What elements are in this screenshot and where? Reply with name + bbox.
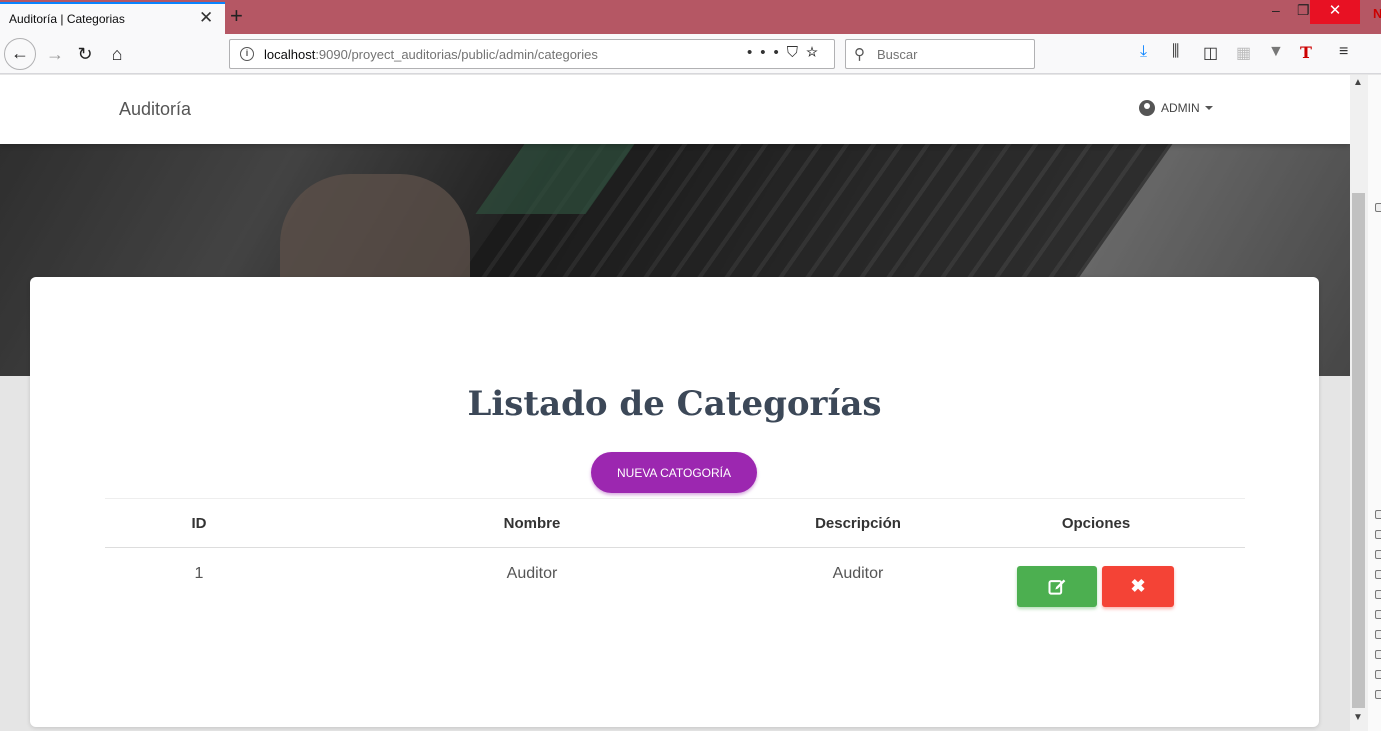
brand[interactable]: Auditoría [119, 99, 191, 120]
extension-icon[interactable]: ▦ [1236, 43, 1251, 63]
minimize-icon[interactable]: – [1272, 2, 1280, 18]
new-category-button[interactable]: NUEVA CATOGORÍA [591, 452, 757, 493]
categories-table: ID Nombre Descripción Opciones 1 Auditor… [105, 498, 1245, 614]
collapse-icon[interactable] [1375, 590, 1381, 599]
menu-icon[interactable]: ≡ [1339, 43, 1348, 61]
scroll-thumb[interactable] [1352, 193, 1365, 708]
home-icon[interactable]: ⌂ [102, 39, 132, 69]
url-text[interactable]: localhost:9090/proyect_auditorias/public… [264, 47, 598, 62]
url-actions: •••⛉☆ [747, 44, 826, 61]
search-bar[interactable]: ⚲ Buscar [845, 39, 1035, 69]
table-row: 1 Auditor Auditor ✖ [105, 548, 1245, 614]
table-header: ID Nombre Descripción Opciones [105, 498, 1245, 548]
cell-id: 1 [194, 565, 204, 582]
back-icon[interactable]: ← [4, 38, 36, 70]
edit-button[interactable] [1017, 566, 1097, 607]
header-nombre: Nombre [503, 515, 561, 532]
sidebar-icon[interactable]: ◫ [1203, 43, 1218, 63]
collapse-icon[interactable] [1375, 530, 1381, 539]
delete-button[interactable]: ✖ [1102, 566, 1174, 607]
restore-icon[interactable]: ❐ [1297, 2, 1310, 19]
cell-nombre: Auditor [506, 565, 558, 582]
page-title: Listado de Categorías [467, 384, 882, 424]
cell-descripcion: Auditor [832, 565, 884, 582]
search-icon: ⚲ [854, 46, 865, 63]
close-icon: ✖ [1130, 576, 1146, 596]
user-label: ADMIN [1161, 101, 1200, 115]
user-menu[interactable]: ADMIN [1139, 100, 1213, 116]
url-bar[interactable]: i localhost:9090/proyect_auditorias/publ… [229, 39, 835, 69]
vpn-icon[interactable]: ▼ [1268, 43, 1284, 61]
side-panel-strip [1368, 75, 1381, 731]
search-placeholder: Buscar [877, 47, 918, 62]
collapse-icon[interactable] [1375, 630, 1381, 639]
header-descripcion: Descripción [815, 515, 901, 532]
forward-icon[interactable]: → [40, 39, 70, 69]
edge-icon: N [1373, 6, 1381, 21]
browser-tab[interactable]: Auditoría | Categorias ✕ [0, 2, 225, 34]
browser-titlebar: Auditoría | Categorias ✕ + – ❐ ✕ N [0, 0, 1381, 34]
caret-down-icon [1204, 106, 1213, 110]
pocket-icon[interactable]: ⛉ [787, 44, 806, 61]
collapse-icon[interactable] [1375, 550, 1381, 559]
close-tab-icon[interactable]: ✕ [199, 8, 213, 28]
more-icon[interactable]: ••• [747, 44, 787, 61]
collapse-icon[interactable] [1375, 570, 1381, 579]
window-close-icon[interactable]: ✕ [1310, 0, 1360, 24]
translate-icon[interactable]: T [1300, 43, 1312, 62]
site-navbar: Auditoría ADMIN [0, 75, 1350, 144]
bookmark-star-icon[interactable]: ☆ [806, 44, 826, 61]
header-opciones: Opciones [1061, 515, 1131, 532]
new-tab-icon[interactable]: + [230, 3, 243, 29]
header-id: ID [191, 515, 207, 532]
collapse-icon[interactable] [1375, 510, 1381, 519]
tab-title: Auditoría | Categorias [9, 12, 125, 26]
download-icon[interactable]: ⤓ [1140, 43, 1147, 61]
collapse-icon[interactable] [1375, 203, 1381, 212]
user-avatar-icon [1139, 100, 1155, 116]
collapse-icon[interactable] [1375, 650, 1381, 659]
collapse-icon[interactable] [1375, 690, 1381, 699]
edit-icon [1048, 579, 1066, 595]
collapse-icon[interactable] [1375, 610, 1381, 619]
page-viewport: Auditoría ADMIN Listado de Categorías NU… [0, 75, 1350, 731]
library-icon[interactable]: ⫼ [1172, 43, 1179, 61]
scroll-up-icon[interactable]: ▲ [1353, 77, 1363, 88]
scroll-down-icon[interactable]: ▼ [1353, 712, 1363, 723]
reload-icon[interactable]: ↻ [70, 39, 100, 69]
collapse-icon[interactable] [1375, 670, 1381, 679]
browser-toolbar: ← → ↻ ⌂ i localhost:9090/proyect_auditor… [0, 34, 1381, 74]
page-scrollbar[interactable]: ▲ ▼ [1350, 75, 1368, 731]
content-card: Listado de Categorías NUEVA CATOGORÍA ID… [30, 277, 1319, 727]
info-icon[interactable]: i [240, 47, 254, 61]
